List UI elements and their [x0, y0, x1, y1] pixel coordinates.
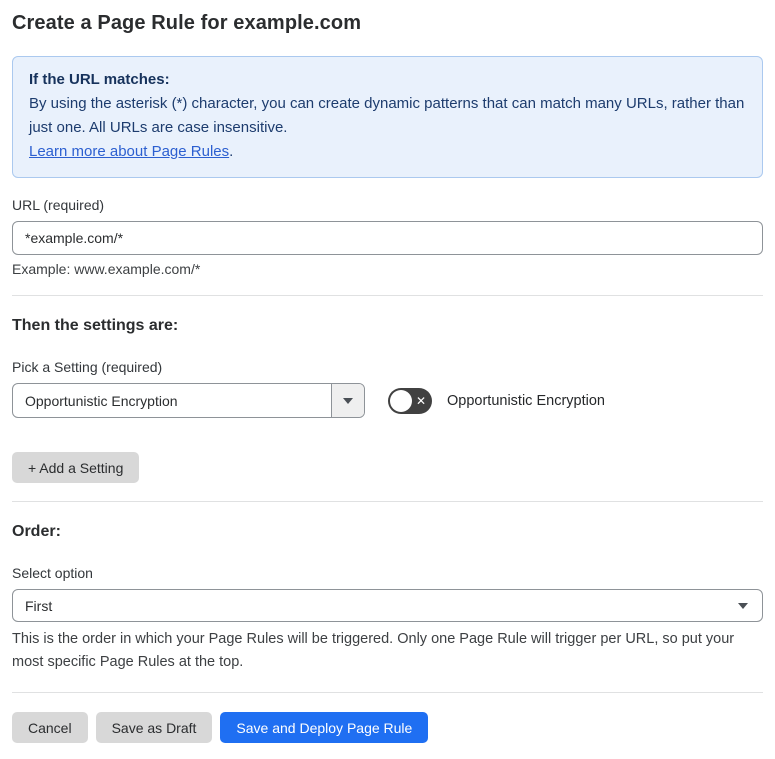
link-period: . [229, 143, 234, 160]
setting-select-arrow-button[interactable] [331, 384, 364, 417]
url-example-helper: Example: www.example.com/* [12, 261, 201, 277]
learn-more-link[interactable]: Learn more about Page Rules [29, 143, 229, 160]
divider [12, 501, 763, 502]
setting-select[interactable]: Opportunistic Encryption [12, 383, 365, 418]
order-select[interactable]: First [12, 589, 763, 622]
toggle-off-x-icon: ✕ [415, 393, 426, 408]
caret-down-icon [343, 397, 353, 404]
order-select-label: Select option [12, 565, 93, 581]
order-section-heading: Order: [12, 523, 61, 540]
create-page-rule-form: Create a Page Rule for example.com If th… [0, 0, 775, 759]
pick-setting-label: Pick a Setting (required) [12, 359, 163, 375]
settings-section-heading: Then the settings are: [12, 317, 179, 334]
info-box-body: By using the asterisk (*) character, you… [29, 95, 745, 136]
divider [12, 295, 763, 296]
info-box-link-line: Learn more about Page Rules. [29, 140, 746, 164]
opportunistic-encryption-toggle[interactable]: ✕ [388, 387, 432, 414]
info-box-heading: If the URL matches: [29, 71, 170, 88]
add-setting-button[interactable]: + Add a Setting [12, 452, 140, 483]
url-field-label: URL (required) [12, 197, 105, 213]
order-helper-text: This is the order in which your Page Rul… [12, 631, 735, 670]
page-title: Create a Page Rule for example.com [12, 12, 362, 34]
toggle-knob [390, 389, 412, 412]
order-select-value: First [25, 597, 53, 614]
toggle-label: Opportunistic Encryption [447, 392, 605, 409]
setting-row: Opportunistic Encryption ✕ Opportunistic… [12, 383, 763, 418]
setting-select-value: Opportunistic Encryption [25, 392, 178, 409]
caret-down-icon [738, 602, 748, 609]
url-input[interactable] [12, 221, 763, 255]
divider [12, 692, 763, 693]
url-matches-info-box: If the URL matches: By using the asteris… [12, 56, 763, 178]
